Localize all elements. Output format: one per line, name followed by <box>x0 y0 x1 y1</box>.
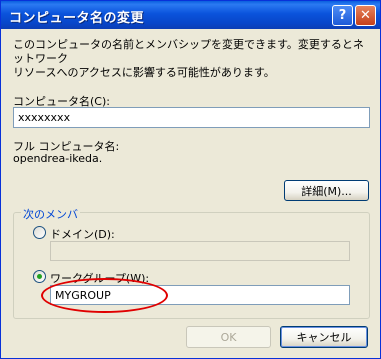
window-title: コンピュータ名の変更 <box>9 11 145 26</box>
computer-name-input[interactable]: xxxxxxxx <box>13 107 370 128</box>
membership-group-title: 次のメンバ <box>21 206 80 222</box>
ok-button[interactable]: OK <box>186 326 271 348</box>
domain-radio[interactable] <box>33 226 46 239</box>
dialog-content: このコンピュータの名前とメンバシップを変更できます。変更するとネットワーク リソ… <box>3 29 378 356</box>
domain-label[interactable]: ドメイン(D): <box>50 226 115 242</box>
help-icon[interactable]: ? <box>332 5 353 26</box>
dialog-window: コンピュータ名の変更 ? ✕ このコンピュータの名前とメンバシップを変更できます… <box>0 0 381 359</box>
domain-input[interactable] <box>50 241 350 261</box>
highlight-ellipse <box>41 278 168 313</box>
description-text: このコンピュータの名前とメンバシップを変更できます。変更するとネットワーク リソ… <box>13 38 364 79</box>
radio-selected-dot <box>37 274 42 279</box>
details-button[interactable]: 詳細(M)... <box>284 180 369 201</box>
workgroup-radio[interactable] <box>33 270 46 283</box>
full-name-value: opendrea-ikeda. <box>13 152 103 165</box>
title-bar[interactable]: コンピュータ名の変更 ? ✕ <box>1 1 380 29</box>
cancel-button[interactable]: キャンセル <box>280 326 368 348</box>
close-icon[interactable]: ✕ <box>355 5 376 26</box>
